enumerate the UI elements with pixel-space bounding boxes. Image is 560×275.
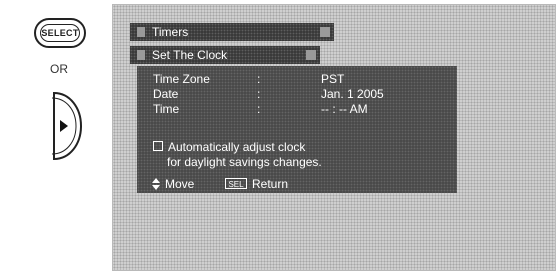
menu-tab-timers[interactable]: Timers (130, 23, 334, 41)
time-zone-label: Time Zone (153, 72, 210, 86)
menu-tab-set-the-clock[interactable]: Set The Clock (130, 46, 320, 64)
auto-adjust-label-line1: Automatically adjust clock (168, 140, 306, 154)
menu-tab-timers-label: Timers (152, 25, 189, 39)
date-value: Jan. 1 2005 (321, 87, 384, 101)
up-down-arrows-icon (152, 178, 160, 190)
menu-marker-icon (137, 27, 145, 37)
time-value: -- : -- AM (321, 102, 368, 116)
menu-tab-clock-label: Set The Clock (152, 48, 228, 62)
remote-guide: SELECT OR (0, 0, 112, 275)
clock-settings-panel: Time Zone : PST Date : Jan. 1 2005 Time … (137, 66, 457, 193)
auto-adjust-label-line2: for daylight savings changes. (167, 155, 322, 169)
move-hint: Move (165, 177, 195, 191)
menu-footer: Move SEL Return (137, 175, 457, 193)
time-label: Time (153, 102, 180, 116)
sel-key-icon: SEL (225, 178, 247, 189)
row-colon: : (257, 72, 261, 86)
select-button[interactable]: SELECT (34, 18, 86, 48)
or-label: OR (50, 62, 68, 76)
select-button-label: SELECT (40, 24, 80, 42)
menu-tab-end-icon (306, 50, 316, 60)
row-colon: : (257, 87, 261, 101)
menu-tab-end-icon (320, 27, 330, 37)
date-label: Date (153, 87, 179, 101)
tv-screen: Timers Set The Clock Time Zone : PST Dat… (112, 4, 556, 271)
time-zone-value: PST (321, 72, 345, 86)
row-colon: : (257, 102, 261, 116)
auto-adjust-checkbox-row[interactable]: Automatically adjust clock (153, 140, 305, 155)
auto-adjust-checkbox[interactable] (153, 141, 163, 151)
dpad-right-button[interactable] (48, 90, 84, 162)
menu-marker-icon (137, 50, 145, 60)
return-hint: Return (252, 177, 289, 191)
